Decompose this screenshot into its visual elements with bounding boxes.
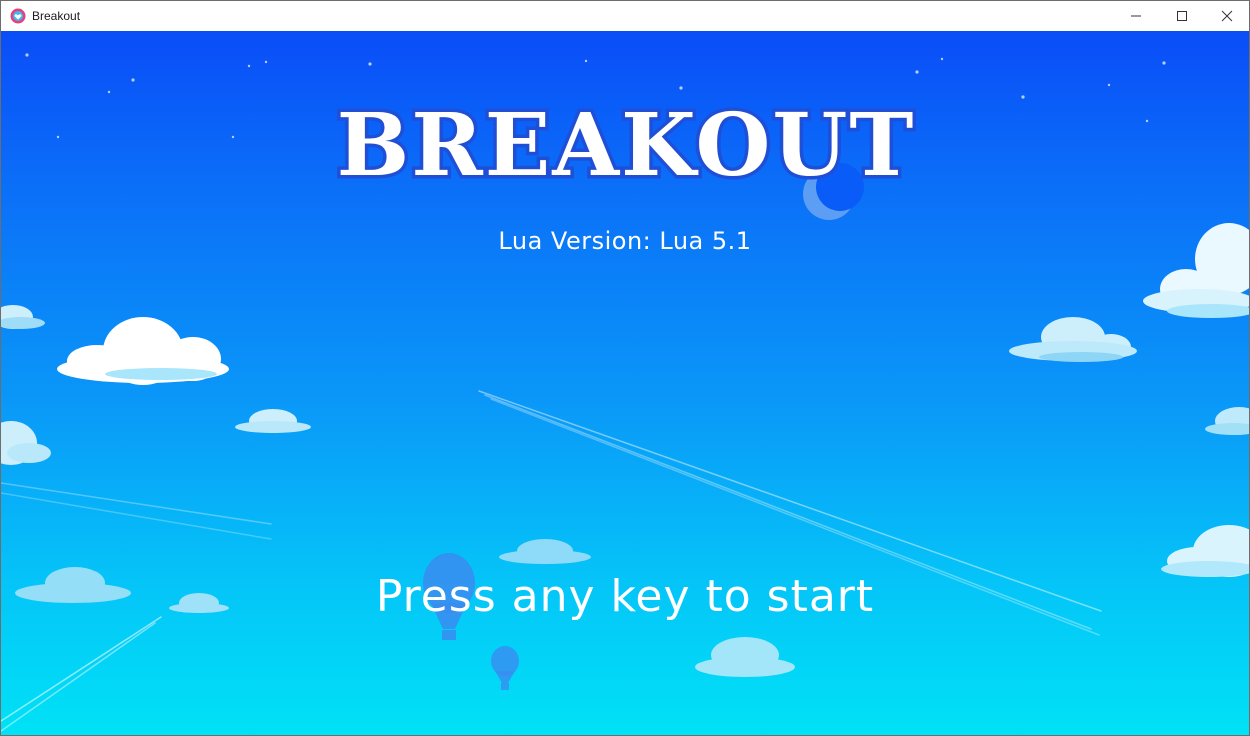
cloud-right-mid — [1009, 317, 1137, 362]
cloud-lower-right — [695, 637, 795, 677]
cloud-left-mid — [1, 421, 51, 465]
cloud-right-lower — [1161, 525, 1249, 577]
cloud-center — [499, 539, 591, 564]
minimize-button[interactable] — [1113, 1, 1159, 31]
cloud-right-edge — [1205, 407, 1249, 435]
maximize-icon — [1177, 11, 1187, 21]
lua-version-text: Lua Version: Lua 5.1 — [498, 227, 752, 255]
game-title: BREAKOUT — [333, 92, 917, 200]
close-button[interactable] — [1204, 1, 1249, 31]
maximize-button[interactable] — [1159, 1, 1205, 31]
minimize-icon — [1131, 15, 1141, 17]
window-title: Breakout — [32, 9, 81, 23]
app-window: Breakout BREAKOUT Lua Version: Lua 5.1 P… — [0, 0, 1250, 736]
heart-app-icon — [10, 8, 26, 24]
game-title-text: BREAKOUT — [337, 95, 916, 196]
start-prompt: Press any key to start — [375, 571, 875, 622]
balloon-small — [491, 646, 519, 690]
title-bar[interactable]: Breakout — [1, 1, 1249, 31]
cloud-left-edge — [1, 305, 45, 329]
game-canvas[interactable]: BREAKOUT Lua Version: Lua 5.1 Press any … — [1, 31, 1249, 735]
close-icon — [1221, 10, 1233, 22]
cloud-left-small — [235, 409, 311, 433]
cloud-left-large — [57, 317, 229, 385]
